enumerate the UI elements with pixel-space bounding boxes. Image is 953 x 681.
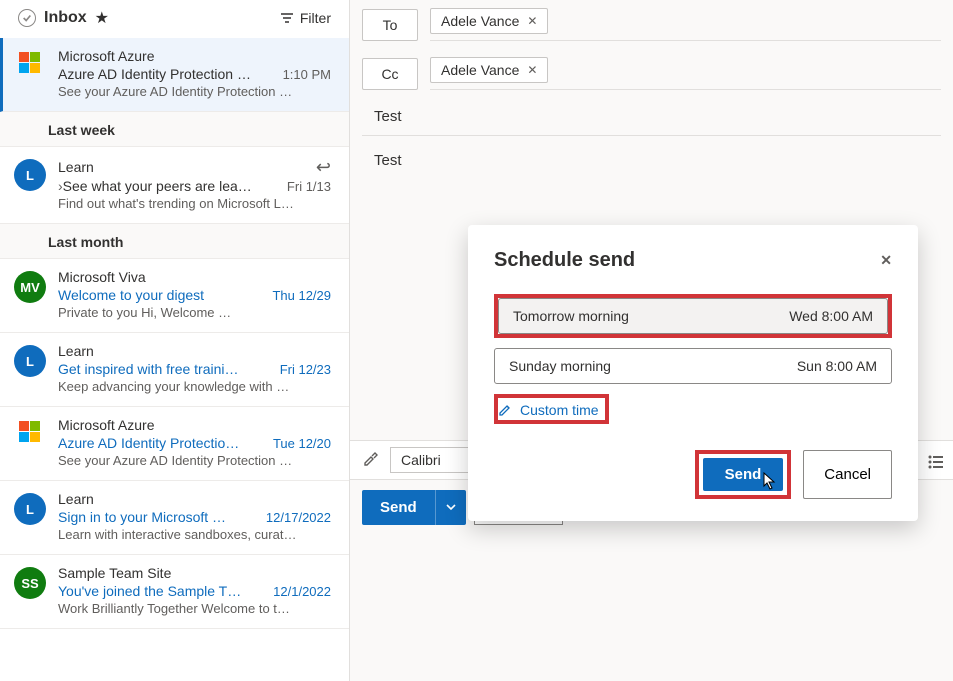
message-preview: Private to you Hi, Welcome …	[58, 305, 331, 320]
filter-button[interactable]: Filter	[280, 10, 331, 26]
close-icon[interactable]: ✕	[880, 252, 892, 269]
schedule-send-confirm-button[interactable]: Send	[703, 458, 784, 491]
format-painter-icon[interactable]	[362, 449, 380, 472]
message-item[interactable]: MV Microsoft Viva Welcome to your digest…	[0, 259, 349, 333]
send-dropdown-button[interactable]	[435, 490, 466, 525]
pencil-icon	[498, 403, 512, 417]
recipient-chip[interactable]: Adele Vance ✕	[430, 57, 548, 83]
cursor-icon	[763, 472, 777, 495]
message-sender: Microsoft Azure	[58, 417, 331, 433]
message-sender: Learn	[58, 343, 331, 359]
star-icon[interactable]: ★	[95, 8, 109, 28]
folder-title: Inbox	[44, 9, 87, 27]
section-last-week[interactable]: Last week	[0, 112, 349, 147]
message-date: 12/1/2022	[273, 584, 331, 599]
message-item[interactable]: Microsoft Azure Azure AD Identity Protec…	[0, 407, 349, 481]
message-sender: Microsoft Azure	[58, 48, 331, 64]
bulleted-list-icon[interactable]	[927, 453, 945, 476]
message-preview: Work Brilliantly Together Welcome to t…	[58, 601, 331, 616]
message-preview: See your Azure AD Identity Protection …	[58, 84, 331, 99]
microsoft-logo-icon	[19, 52, 40, 73]
subject-input[interactable]: Test	[362, 98, 941, 136]
filter-icon	[280, 11, 294, 25]
message-item[interactable]: SS Sample Team Site You've joined the Sa…	[0, 555, 349, 629]
send-button[interactable]: Send	[362, 490, 435, 525]
message-date: 1:10 PM	[283, 67, 331, 82]
schedule-send-dialog: Schedule send ✕ Tomorrow morning Wed 8:0…	[468, 225, 918, 521]
message-preview: Keep advancing your knowledge with …	[58, 379, 331, 394]
schedule-send-cancel-button[interactable]: Cancel	[803, 450, 892, 499]
message-preview: Find out what's trending on Microsoft L…	[58, 196, 331, 211]
avatar: L	[14, 345, 46, 377]
cc-button[interactable]: Cc	[362, 58, 418, 90]
avatar: L	[14, 493, 46, 525]
message-subject: See what your peers are lea…	[58, 178, 252, 194]
cc-row: Cc Adele Vance ✕	[350, 49, 953, 98]
remove-chip-icon[interactable]: ✕	[527, 63, 537, 77]
section-last-month[interactable]: Last month	[0, 224, 349, 259]
message-item[interactable]: L Learn Get inspired with free traini… F…	[0, 333, 349, 407]
send-split-button: Send	[362, 490, 466, 525]
inbox-header: Inbox ★ Filter	[0, 0, 349, 38]
avatar: SS	[14, 567, 46, 599]
message-subject: Azure AD Identity Protection …	[58, 66, 251, 82]
message-date: Thu 12/29	[272, 288, 331, 303]
avatar: MV	[14, 271, 46, 303]
message-item[interactable]: Microsoft Azure Azure AD Identity Protec…	[0, 38, 349, 112]
message-item[interactable]: L Learn ↩ See what your peers are lea… F…	[0, 147, 349, 224]
cc-input[interactable]: Adele Vance ✕	[430, 57, 941, 90]
message-item[interactable]: L Learn Sign in to your Microsoft … 12/1…	[0, 481, 349, 555]
message-subject: Get inspired with free traini…	[58, 361, 239, 377]
microsoft-logo-icon	[19, 421, 40, 442]
message-subject: Welcome to your digest	[58, 287, 204, 303]
message-date: Tue 12/20	[273, 436, 331, 451]
message-date: Fri 1/13	[287, 179, 331, 194]
message-preview: Learn with interactive sandboxes, curat…	[58, 527, 331, 542]
message-sender: Microsoft Viva	[58, 269, 331, 285]
reply-icon[interactable]: ↩	[316, 157, 331, 178]
message-sender: Learn	[58, 159, 94, 175]
schedule-option-tomorrow[interactable]: Tomorrow morning Wed 8:00 AM	[498, 298, 888, 334]
message-subject: You've joined the Sample T…	[58, 583, 241, 599]
message-subject: Sign in to your Microsoft …	[58, 509, 226, 525]
schedule-option-sunday[interactable]: Sunday morning Sun 8:00 AM	[494, 348, 892, 384]
message-sender: Sample Team Site	[58, 565, 331, 581]
custom-time-link[interactable]: Custom time	[498, 402, 599, 418]
to-button[interactable]: To	[362, 9, 418, 41]
remove-chip-icon[interactable]: ✕	[527, 14, 537, 28]
dialog-title: Schedule send	[494, 249, 635, 272]
message-preview: See your Azure AD Identity Protection …	[58, 453, 331, 468]
message-date: Fri 12/23	[280, 362, 331, 377]
select-all-toggle[interactable]	[18, 9, 36, 27]
message-sender: Learn	[58, 491, 331, 507]
avatar: L	[14, 159, 46, 191]
chevron-down-icon	[446, 502, 456, 512]
recipient-chip[interactable]: Adele Vance ✕	[430, 8, 548, 34]
to-row: To Adele Vance ✕	[350, 0, 953, 49]
message-subject: Azure AD Identity Protectio…	[58, 435, 239, 451]
to-input[interactable]: Adele Vance ✕	[430, 8, 941, 41]
message-list-pane: Inbox ★ Filter Microsoft Azure Azure AD …	[0, 0, 350, 681]
message-date: 12/17/2022	[266, 510, 331, 525]
